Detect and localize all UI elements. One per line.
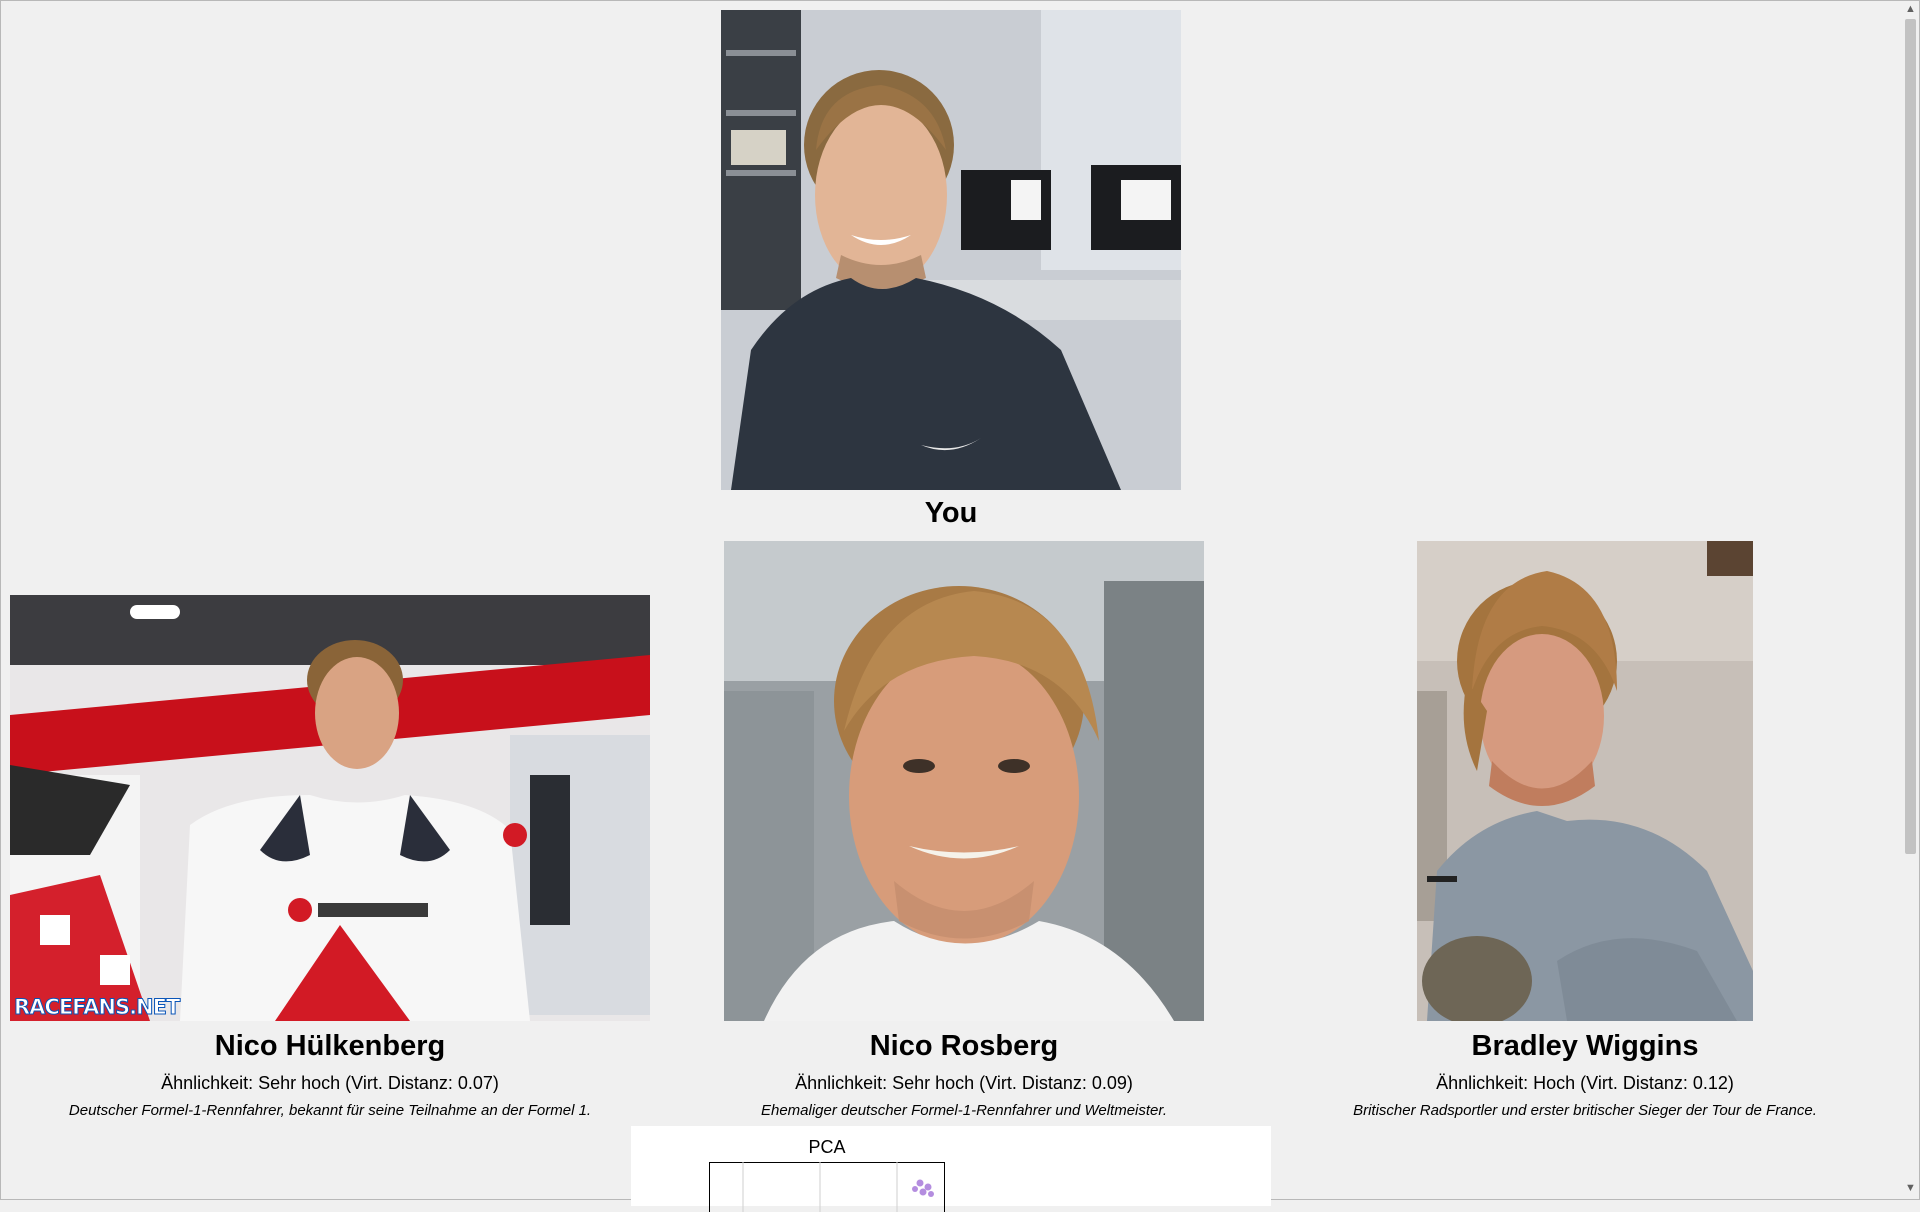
- scrollbar-thumb[interactable]: [1905, 19, 1916, 854]
- pca-point: [912, 1186, 918, 1192]
- user-photo: [721, 10, 1181, 490]
- match-2-description: Ehemaliger deutscher Formel-1-Rennfahrer…: [644, 1102, 1284, 1119]
- photo-watermark: RACEFANS.NET: [14, 995, 179, 1019]
- chevron-up-icon[interactable]: ▲: [1902, 1, 1919, 18]
- pca-point: [920, 1189, 927, 1196]
- match-3-name: Bradley Wiggins: [1265, 1030, 1905, 1063]
- pca-plot-frame: [710, 1163, 945, 1212]
- match-1-description: Deutscher Formel-1-Rennfahrer, bekannt f…: [10, 1102, 650, 1119]
- vertical-scrollbar[interactable]: ▲ ▼: [1902, 1, 1919, 1197]
- match-3-similarity: Ähnlichkeit: Hoch (Virt. Distanz: 0.12): [1265, 1073, 1905, 1094]
- match-2-name: Nico Rosberg: [644, 1030, 1284, 1063]
- pca-point: [928, 1191, 934, 1197]
- pca-point: [925, 1184, 932, 1191]
- match-1-similarity: Ähnlichkeit: Sehr hoch (Virt. Distanz: 0…: [10, 1073, 650, 1094]
- match-3-description: Britischer Radsportler und erster britis…: [1265, 1102, 1905, 1119]
- you-label: You: [721, 497, 1181, 530]
- match-2-similarity: Ähnlichkeit: Sehr hoch (Virt. Distanz: 0…: [644, 1073, 1284, 1094]
- match-2-photo: [724, 541, 1204, 1021]
- match-3-photo: [1417, 541, 1753, 1021]
- chevron-down-icon[interactable]: ▼: [1902, 1180, 1919, 1197]
- pca-plot: [709, 1162, 945, 1212]
- match-1-photo: RACEFANS.NET: [10, 595, 650, 1021]
- pca-point: [917, 1180, 924, 1187]
- match-1-name: Nico Hülkenberg: [10, 1030, 650, 1063]
- pca-panel: PCA: [631, 1126, 1271, 1206]
- pca-title: PCA: [631, 1137, 1023, 1158]
